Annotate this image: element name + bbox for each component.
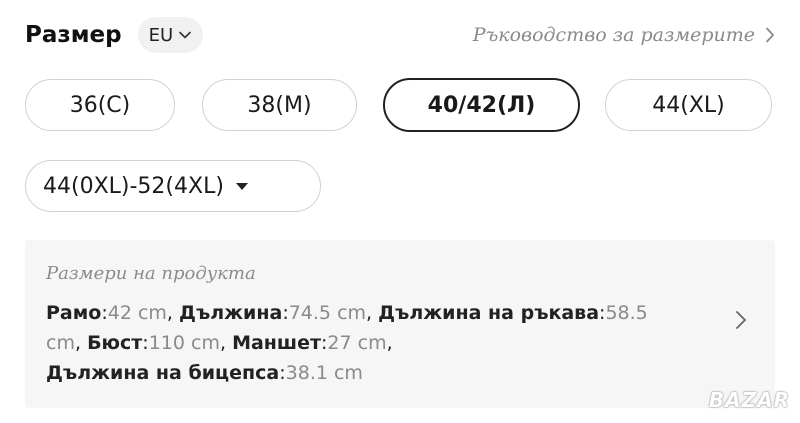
measurement-value: 42 cm <box>107 302 167 324</box>
size-option-label: 38(М) <box>247 92 312 118</box>
caret-down-icon <box>235 182 248 190</box>
size-option-label: 36(С) <box>69 92 131 118</box>
product-measurements-panel[interactable]: Размери на продукта Рамо:42 cm, Дължина:… <box>25 240 775 408</box>
size-option-36[interactable]: 36(С) <box>25 79 175 131</box>
size-guide-link[interactable]: Ръководство за размерите <box>473 24 775 46</box>
size-region-label: EU <box>148 24 174 46</box>
measurement-value: 38.1 cm <box>285 362 363 384</box>
measurement-key: Дължина <box>179 302 283 324</box>
measurement-value: 74.5 cm <box>288 302 367 324</box>
measurement-key: Маншет <box>232 332 321 354</box>
size-option-label: 44(0XL)-52(4XL) <box>43 173 224 199</box>
size-option-38[interactable]: 38(М) <box>202 79 357 131</box>
measurement-key: Дължина на бицепса <box>46 362 280 384</box>
measurement-key: Рамо <box>46 302 102 324</box>
size-option-label: 40/42(Л) <box>427 92 536 118</box>
bazar-watermark-logo: BAZAR <box>708 388 790 412</box>
measurement-value: 27 cm <box>327 332 387 354</box>
size-option-plus-dropdown[interactable]: 44(0XL)-52(4XL) <box>25 160 321 212</box>
size-guide-label: Ръководство за размерите <box>472 24 755 46</box>
size-option-40-42[interactable]: 40/42(Л) <box>383 78 580 132</box>
chevron-right-icon <box>736 311 746 329</box>
chevron-down-icon <box>179 31 191 39</box>
measurement-value: 110 cm <box>148 332 220 354</box>
measurement-key: Бюст <box>87 332 143 354</box>
chevron-right-icon <box>766 27 774 43</box>
size-header: Размер EU Ръководство за размерите <box>25 14 775 56</box>
measurement-key: Дължина на ръкава <box>378 302 600 324</box>
product-measurements-text: Рамо:42 cm, Дължина:74.5 cm, Дължина на … <box>46 302 648 384</box>
product-measurements-title: Размери на продукта <box>46 263 256 284</box>
size-option-label: 44(XL) <box>652 92 725 118</box>
size-title: Размер <box>25 22 122 48</box>
size-region-selector[interactable]: EU <box>137 17 204 53</box>
size-option-44[interactable]: 44(XL) <box>605 79 772 131</box>
